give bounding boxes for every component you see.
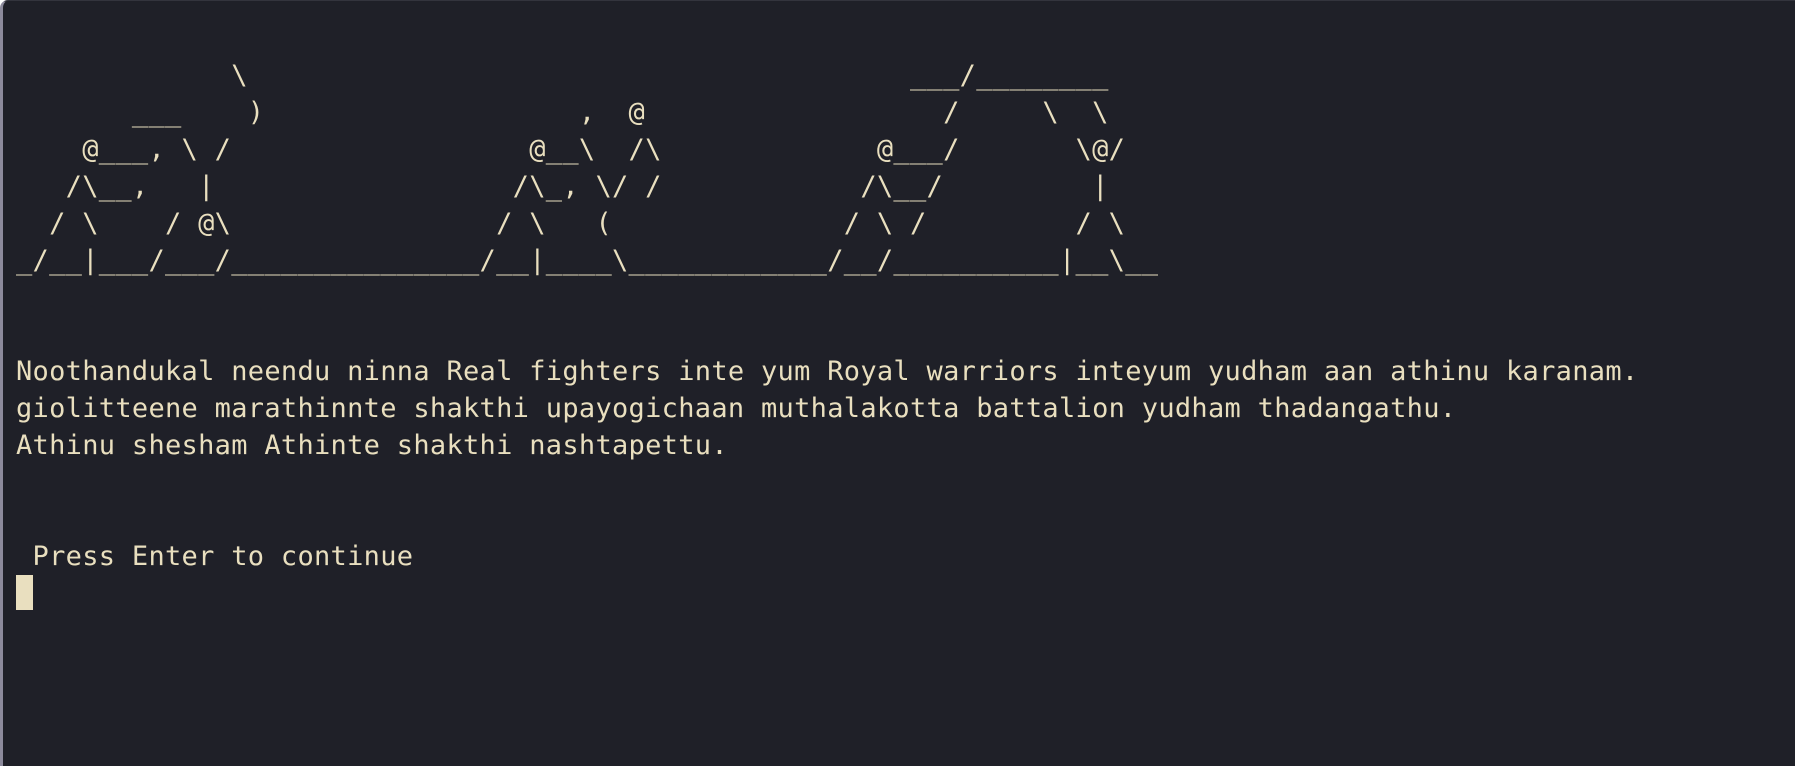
- story-line: Noothandukal neendu ninna Real fighters …: [16, 356, 1639, 387]
- story-line: giolitteene marathinnte shakthi upayogic…: [16, 393, 1457, 424]
- terminal-output[interactable]: \ ___/________ ___ ) , @ / \ \ @___, \ /…: [16, 57, 1638, 612]
- input-line[interactable]: [16, 575, 1638, 612]
- text-cursor: [16, 575, 33, 610]
- terminal-window: \ ___/________ ___ ) , @ / \ \ @___, \ /…: [0, 0, 1795, 766]
- ascii-art-soldiers: \ ___/________ ___ ) , @ / \ \ @___, \ /…: [16, 57, 1638, 279]
- ascii-art-line: \ ___/________: [16, 60, 1109, 91]
- ascii-art-line: /\__, | /\_, \/ / /\__/ |: [16, 171, 1109, 202]
- ascii-art-line: @___, \ / @__\ /\ @___/ \@/: [16, 134, 1126, 165]
- story-line: Athinu shesham Athinte shakthi nashtapet…: [16, 430, 728, 461]
- ascii-art-line: _/__|___/___/_______________/__|____\___…: [16, 245, 1159, 276]
- ascii-art-line: / \ / @\ / \ ( / \ / / \: [16, 208, 1126, 239]
- continue-prompt: Press Enter to continue: [16, 541, 414, 572]
- ascii-art-line: ___ ) , @ / \ \: [16, 97, 1109, 128]
